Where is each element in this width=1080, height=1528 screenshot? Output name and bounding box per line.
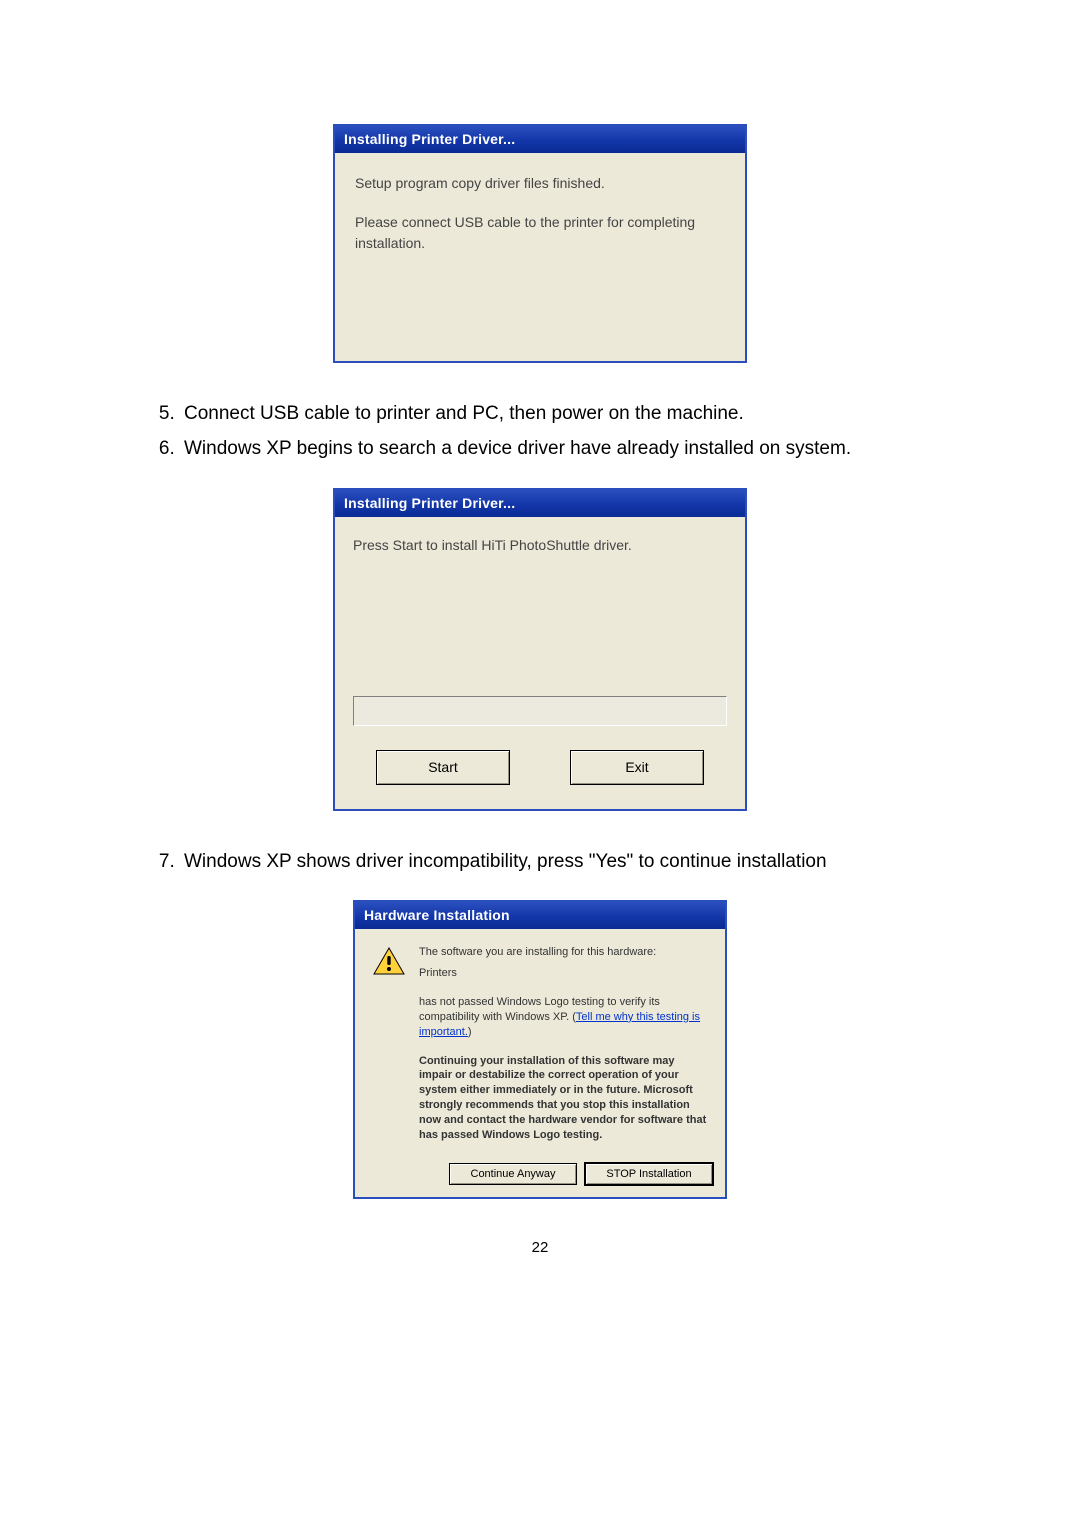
dialog-titlebar: Installing Printer Driver... (335, 126, 745, 153)
stop-installation-button[interactable]: STOP Installation (585, 1163, 713, 1185)
dialog-text-line2: Please connect USB cable to the printer … (355, 212, 725, 254)
list-item: Connect USB cable to printer and PC, the… (180, 399, 950, 428)
document-page: Installing Printer Driver... Setup progr… (0, 0, 1080, 1316)
figure-dialog-copy-finished: Installing Printer Driver... Setup progr… (130, 124, 950, 363)
list-item: Windows XP shows driver incompatibility,… (180, 847, 950, 876)
dialog-press-start: Installing Printer Driver... Press Start… (333, 488, 747, 811)
figure-dialog-press-start: Installing Printer Driver... Press Start… (130, 488, 950, 811)
continue-anyway-button[interactable]: Continue Anyway (449, 1163, 577, 1185)
dialog-body: Setup program copy driver files finished… (335, 153, 745, 361)
dialog-body: The software you are installing for this… (355, 929, 725, 1156)
dialog-installing-driver-finished: Installing Printer Driver... Setup progr… (333, 124, 747, 363)
dialog-hardware-installation: Hardware Installation The software you a… (353, 900, 727, 1198)
start-button[interactable]: Start (376, 750, 510, 785)
dialog-button-row: Start Exit (353, 750, 727, 785)
instruction-list: Connect USB cable to printer and PC, the… (130, 399, 950, 464)
dialog-text-line1: Setup program copy driver files finished… (355, 173, 725, 194)
figure-dialog-hardware-installation: Hardware Installation The software you a… (130, 900, 950, 1198)
exit-button[interactable]: Exit (570, 750, 704, 785)
progress-placeholder (353, 696, 727, 726)
dialog-titlebar: Hardware Installation (355, 902, 725, 929)
dialog-text: Press Start to install HiTi PhotoShuttle… (353, 535, 727, 556)
hw-line3: has not passed Windows Logo testing to v… (419, 995, 707, 1040)
hw-warning-bold: Continuing your installation of this sof… (419, 1054, 707, 1143)
warning-icon (373, 947, 405, 975)
hw-line1: The software you are installing for this… (419, 945, 707, 960)
dialog-button-row: Continue Anyway STOP Installation (355, 1157, 725, 1197)
page-number: 22 (130, 1239, 950, 1256)
dialog-text-block: The software you are installing for this… (419, 945, 707, 1142)
hw-line2: Printers (419, 966, 707, 981)
instruction-list-cont: Windows XP shows driver incompatibility,… (130, 847, 950, 876)
dialog-body: Press Start to install HiTi PhotoShuttle… (335, 517, 745, 809)
dialog-titlebar: Installing Printer Driver... (335, 490, 745, 517)
list-item: Windows XP begins to search a device dri… (180, 434, 950, 463)
hw-line3b: ) (468, 1026, 472, 1038)
